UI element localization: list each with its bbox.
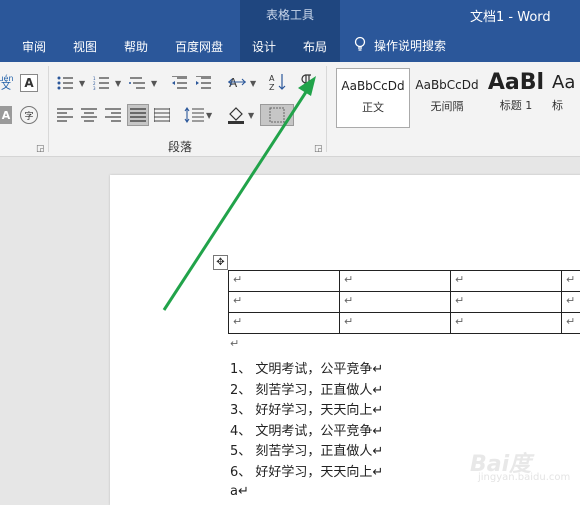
annotation-arrow: [0, 0, 580, 500]
